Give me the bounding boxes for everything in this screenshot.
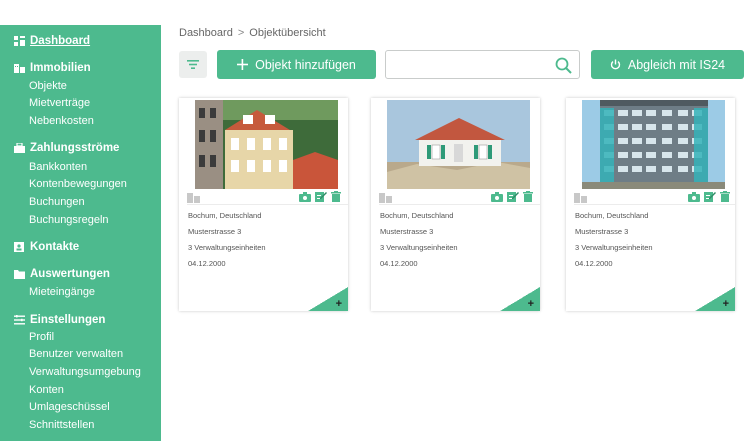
plus-icon: + [527, 298, 534, 310]
trash-icon[interactable] [720, 191, 730, 202]
breadcrumb-current: Objektübersicht [249, 27, 326, 39]
sidebar-section-label: Immobilien [30, 62, 91, 74]
card-location: Bochum, Deutschland [575, 211, 649, 220]
card-units: 3 Verwaltungseinheiten [380, 243, 458, 252]
sidebar-item-nebenkosten[interactable]: Nebenkosten [29, 115, 94, 127]
edit-icon[interactable] [704, 191, 716, 202]
sidebar-item-mietvertraege[interactable]: Mietverträge [29, 97, 90, 109]
card-location: Bochum, Deutschland [188, 211, 262, 220]
dashboard-icon [14, 36, 25, 46]
divider [574, 204, 735, 205]
property-card[interactable]: Bochum, Deutschland Musterstrasse 3 3 Ve… [179, 98, 348, 311]
sidebar-section-kontakte[interactable]: Kontakte [14, 241, 79, 253]
sidebar-item-buchungen[interactable]: Buchungen [29, 196, 85, 208]
sidebar-item-objekte[interactable]: Objekte [29, 80, 67, 92]
camera-icon[interactable] [299, 192, 311, 202]
plus-icon: + [335, 298, 342, 310]
add-object-button[interactable]: Objekt hinzufügen [217, 50, 376, 79]
filter-button[interactable] [179, 51, 207, 78]
property-photo [387, 100, 530, 189]
card-location: Bochum, Deutschland [380, 211, 454, 220]
sidebar-section-label: Zahlungsströme [30, 142, 120, 154]
sidebar-section-label: Einstellungen [30, 314, 106, 326]
add-object-label: Objekt hinzufügen [255, 57, 356, 72]
card-date: 04.12.2000 [575, 259, 613, 268]
building-icon [14, 64, 25, 73]
card-street: Musterstrasse 3 [575, 227, 629, 236]
card-add-corner-button[interactable]: + [308, 287, 348, 311]
edit-icon[interactable] [315, 191, 327, 202]
sidebar-item-kontenbewegungen[interactable]: Kontenbewegungen [29, 178, 127, 190]
sidebar-item-mieteingaenge[interactable]: Mieteingänge [29, 286, 95, 298]
card-units: 3 Verwaltungseinheiten [188, 243, 266, 252]
card-date: 04.12.2000 [188, 259, 226, 268]
plus-icon [237, 59, 249, 70]
contacts-icon [14, 242, 24, 252]
property-photo [582, 100, 725, 189]
sidebar: Dashboard Immobilien Objekte Mietverträg… [0, 25, 161, 441]
sidebar-section-label: Auswertungen [30, 268, 110, 280]
property-photo [195, 100, 338, 189]
sidebar-item-dashboard[interactable]: Dashboard [14, 35, 90, 47]
camera-icon[interactable] [491, 192, 503, 202]
building-icon [187, 193, 200, 203]
sidebar-item-buchungsregeln[interactable]: Buchungsregeln [29, 214, 109, 226]
card-add-corner-button[interactable]: + [500, 287, 540, 311]
sidebar-section-zahlungsstroeme[interactable]: Zahlungsströme [14, 142, 119, 154]
sidebar-item-verwaltungsumgebung[interactable]: Verwaltungsumgebung [29, 366, 141, 378]
card-street: Musterstrasse 3 [380, 227, 434, 236]
folder-icon [14, 270, 25, 279]
plus-icon: + [722, 298, 729, 310]
sidebar-item-label: Dashboard [30, 35, 91, 47]
sidebar-item-schnittstellen[interactable]: Schnittstellen [29, 419, 94, 431]
search-box[interactable] [385, 50, 580, 79]
sidebar-section-einstellungen[interactable]: Einstellungen [14, 314, 105, 326]
breadcrumb: Dashboard > Objektübersicht [179, 27, 326, 39]
card-date: 04.12.2000 [380, 259, 418, 268]
search-input[interactable] [392, 56, 552, 74]
sidebar-item-benutzer-verwalten[interactable]: Benutzer verwalten [29, 348, 123, 360]
building-icon [379, 193, 392, 203]
camera-icon[interactable] [688, 192, 700, 202]
filter-icon [187, 60, 199, 69]
trash-icon[interactable] [331, 191, 341, 202]
sidebar-item-bankkonten[interactable]: Bankkonten [29, 161, 87, 173]
briefcase-icon [14, 143, 25, 153]
divider [379, 204, 540, 205]
sidebar-item-konten[interactable]: Konten [29, 384, 64, 396]
card-units: 3 Verwaltungseinheiten [575, 243, 653, 252]
sidebar-item-umlageschluessel[interactable]: Umlageschüssel [29, 401, 110, 413]
search-icon[interactable] [555, 57, 572, 74]
property-card[interactable]: Bochum, Deutschland Musterstrasse 3 3 Ve… [566, 98, 735, 311]
power-icon [610, 59, 621, 70]
card-street: Musterstrasse 3 [188, 227, 242, 236]
sidebar-section-label: Kontakte [30, 241, 80, 253]
card-add-corner-button[interactable]: + [695, 287, 735, 311]
property-card[interactable]: Bochum, Deutschland Musterstrasse 3 3 Ve… [371, 98, 540, 311]
settings-list-icon [14, 315, 25, 325]
edit-icon[interactable] [507, 191, 519, 202]
breadcrumb-separator: > [237, 27, 245, 39]
breadcrumb-home[interactable]: Dashboard [179, 27, 233, 39]
building-icon [574, 193, 587, 203]
sync-is24-button[interactable]: Abgleich mit IS24 [591, 50, 744, 79]
divider [187, 204, 348, 205]
sidebar-section-immobilien[interactable]: Immobilien [14, 62, 91, 74]
sidebar-item-profil[interactable]: Profil [29, 331, 54, 343]
sidebar-section-auswertungen[interactable]: Auswertungen [14, 268, 110, 280]
sync-label: Abgleich mit IS24 [627, 57, 726, 72]
trash-icon[interactable] [523, 191, 533, 202]
